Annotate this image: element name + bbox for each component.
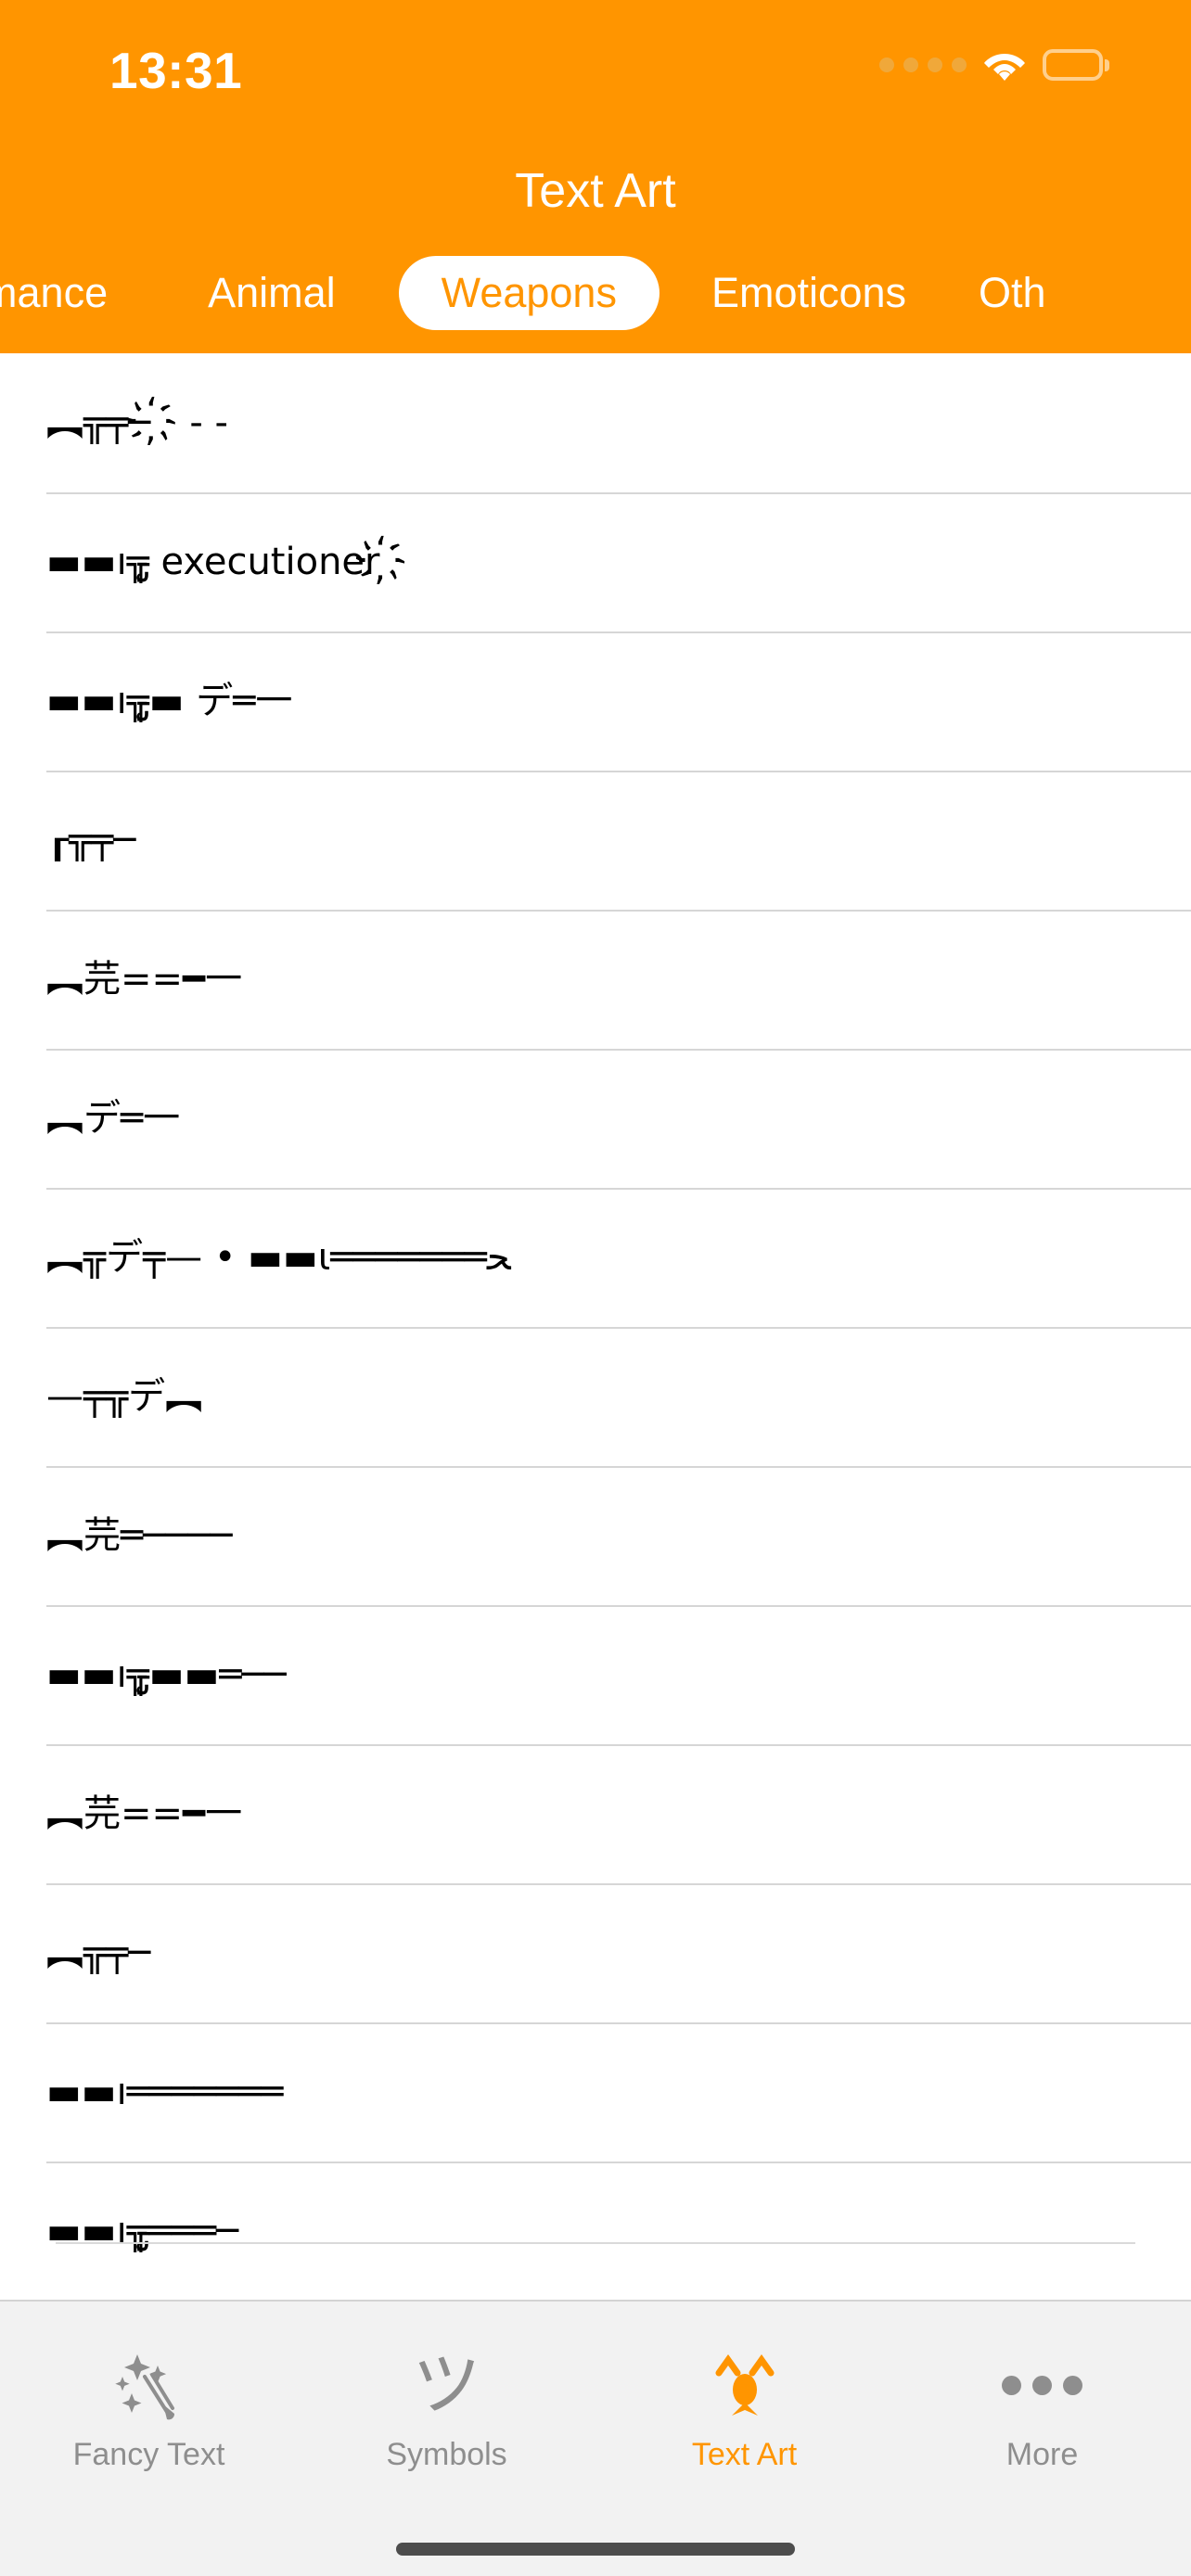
ellipsis-icon [992, 2342, 1094, 2428]
list-item[interactable]: ︻デ═一 [0, 1049, 1191, 1188]
list-item[interactable]: ︻芫==━一 [0, 910, 1191, 1049]
list-item[interactable]: —╤╦デ︻ [0, 1327, 1191, 1466]
tab-label-more: More [1005, 2437, 1079, 2472]
cat-emoticon-icon [694, 2342, 796, 2428]
cellular-dots-icon [879, 57, 967, 72]
text-art-value: —╤╦デ︻ [46, 1375, 203, 1418]
app-root: 13:31 Text Art ance Animal Weapons Emoti… [0, 0, 1191, 2576]
text-art-value: ︻芫═──── [46, 1514, 245, 1557]
text-art-value: ︻╦デ╤— • ▬▬ι═══════ﺤ [46, 1236, 511, 1279]
list-item[interactable]: ▬▬ı╦̵̨̡═══─ [0, 2162, 1191, 2300]
text-art-value: ▬▬ı╦̵̨̡═══─ [46, 2210, 239, 2252]
tab-label-fancy-text: Fancy Text [72, 2437, 225, 2472]
category-tab-emoticons[interactable]: Emoticons [711, 253, 906, 333]
home-indicator [396, 2543, 795, 2556]
category-tab-strip[interactable]: omance Animal Weapons Emoticons Oth [0, 253, 1191, 333]
tab-label-symbols: Symbols [386, 2437, 507, 2472]
list-item[interactable]: ▬▬ı╦̵̨̡▬▬═── [0, 1605, 1191, 1744]
text-art-value: ┎╦╤─ [46, 819, 136, 861]
text-art-value: ▬▬ı═══════ [46, 2071, 284, 2113]
wifi-icon [983, 49, 1026, 81]
category-tab-weapons[interactable]: Weapons [398, 256, 660, 330]
text-art-value: ︻╦╤─ [46, 1932, 151, 1974]
list-item[interactable]: ┎╦╤─ [0, 771, 1191, 910]
list-bottom-divider [56, 2242, 1135, 2244]
text-art-value: ︻芫==━一 [46, 958, 243, 1001]
magic-wand-sparkles-icon [98, 2342, 200, 2428]
list-item[interactable]: ︻芫==━一 [0, 1744, 1191, 1883]
text-art-list[interactable]: ︻╦╤─ ҉ - - ▬▬ı╦̵̨̡ executioner ҉ ▬▬ı╦̵̨̡… [0, 353, 1191, 2300]
text-art-value: ▬▬ı╦̵̨̡▬ デ═一 [46, 680, 293, 722]
text-art-value: ▬▬ı╦̵̨̡ executioner ҉ [46, 541, 407, 583]
status-bar-indicators [879, 48, 1109, 82]
bottom-tab-bar[interactable]: Fancy Text ツ Symbols Text Art More [0, 2242, 1191, 2576]
text-art-value: ▬▬ı╦̵̨̡▬▬═── [46, 1653, 299, 1696]
category-tab-romance[interactable]: omance [0, 253, 108, 333]
list-item[interactable]: ︻芫═──── [0, 1466, 1191, 1605]
text-art-value: ︻╦╤─ ҉ - - [46, 402, 228, 444]
category-tab-other[interactable]: Oth [979, 253, 1046, 333]
status-bar: 13:31 [0, 0, 1191, 139]
tab-symbols[interactable]: ツ Symbols [298, 2342, 596, 2472]
tab-more[interactable]: More [893, 2342, 1191, 2472]
katakana-tsu-icon: ツ [396, 2342, 498, 2428]
tab-fancy-text[interactable]: Fancy Text [0, 2342, 298, 2472]
list-item[interactable]: ︻╦╤─ ҉ - - [0, 353, 1191, 492]
list-item[interactable]: ▬▬ı╦̵̨̡ executioner ҉ [0, 492, 1191, 631]
status-bar-clock: 13:31 [109, 42, 243, 99]
category-tab-animal[interactable]: Animal [208, 253, 336, 333]
text-art-value: ︻芫==━一 [46, 1792, 243, 1835]
text-art-value: ︻デ═一 [46, 1097, 181, 1140]
battery-full-icon [1043, 48, 1109, 82]
list-item[interactable]: ▬▬ı═══════ [0, 2022, 1191, 2162]
list-item[interactable]: ︻╦デ╤— • ▬▬ι═══════ﺤ [0, 1188, 1191, 1327]
list-item[interactable]: ▬▬ı╦̵̨̡▬ デ═一 [0, 631, 1191, 771]
symbols-glyph: ツ [412, 2345, 481, 2425]
page-title: Text Art [515, 164, 676, 218]
tab-label-text-art: Text Art [691, 2437, 798, 2472]
app-header: 13:31 Text Art ance Animal Weapons Emoti… [0, 0, 1191, 353]
list-item[interactable]: ︻╦╤─ [0, 1883, 1191, 2022]
tab-text-art[interactable]: Text Art [596, 2342, 893, 2472]
